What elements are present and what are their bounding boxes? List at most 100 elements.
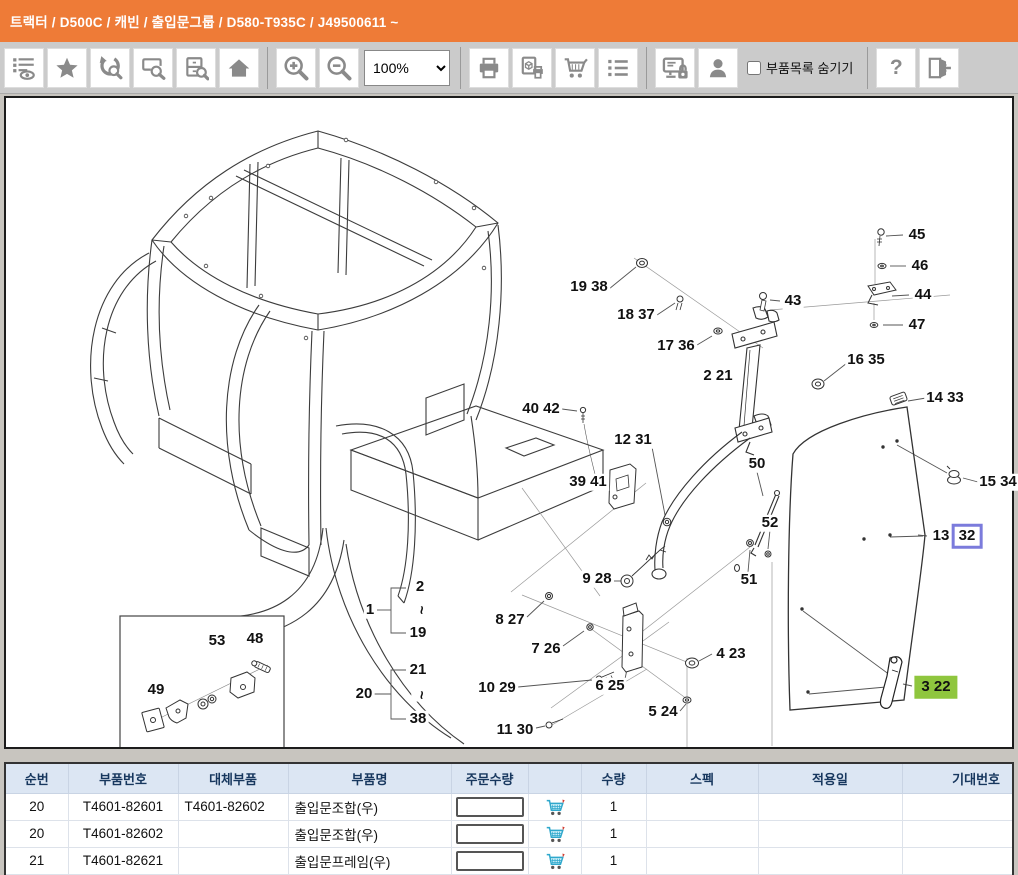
part-label[interactable]: 47 [907, 317, 928, 334]
parts-table-body: 20 T4601-82601 T4601-82602 출입문조합(우) 1 20… [6, 793, 1014, 874]
toolbar-separator [646, 47, 647, 89]
zoom-level-select[interactable]: 100% [364, 50, 450, 86]
exploded-view-panel: 454644474319 3818 3717 362 2116 3514 331… [4, 96, 1014, 749]
cell-part-number[interactable]: T4601-82602 [68, 820, 178, 847]
home-button[interactable] [219, 48, 259, 88]
table-row[interactable]: 20 T4601-82602 출입문조합(우) 1 [6, 820, 1014, 847]
part-label[interactable]: 43 [783, 293, 804, 310]
part-label[interactable]: 3 22 [914, 676, 957, 699]
zoom-in-button[interactable] [276, 48, 316, 88]
part-label[interactable]: 5 24 [646, 704, 679, 721]
part-label[interactable]: 12 31 [612, 432, 654, 449]
cart-button[interactable] [555, 48, 595, 88]
cart-icon [562, 55, 588, 81]
part-label[interactable]: 48 [245, 631, 266, 648]
list-icon [605, 55, 631, 81]
cell-add-to-cart [528, 793, 581, 820]
part-label[interactable]: ~ [412, 604, 429, 617]
part-label[interactable]: 46 [910, 258, 931, 275]
part-label[interactable]: 6 25 [593, 678, 626, 695]
part-search-button[interactable] [90, 48, 130, 88]
part-label[interactable]: 32 [952, 524, 983, 549]
part-label[interactable]: 53 [207, 633, 228, 650]
catalog-search-button[interactable] [176, 48, 216, 88]
order-qty-input[interactable] [456, 824, 524, 844]
hide-parts-list-checkbox[interactable] [747, 61, 761, 75]
table-row[interactable]: 21 T4601-82621 출입문프레임(우) 1 [6, 847, 1014, 874]
part-label[interactable]: 16 35 [845, 352, 887, 369]
part-label[interactable]: 11 30 [495, 722, 536, 739]
part-label[interactable]: 15 34 [977, 474, 1018, 491]
part-label[interactable]: 9 28 [580, 571, 613, 588]
toolbar-separator [267, 47, 268, 89]
add-to-cart-icon[interactable] [529, 796, 581, 818]
refresh-search-icon [97, 55, 123, 81]
parts-table-panel: 순번부품번호대체부품부품명주문수량수량스펙적용일기대번호 20 T4601-82… [4, 762, 1014, 875]
cell-add-to-cart [528, 820, 581, 847]
part-label[interactable]: 2 21 [701, 368, 734, 385]
breadcrumb-bar: 트랙터 / D500C / 캐빈 / 출입문그룹 / D580-T935C / … [0, 0, 1018, 42]
add-to-cart-icon[interactable] [529, 823, 581, 845]
part-label[interactable]: 2 [414, 579, 426, 596]
column-header: 스펙 [646, 764, 758, 793]
zoom-out-button[interactable] [319, 48, 359, 88]
cell-part-number[interactable]: T4601-82601 [68, 793, 178, 820]
breadcrumb[interactable]: 트랙터 / D500C / 캐빈 / 출입문그룹 / D580-T935C / … [10, 11, 398, 31]
cell-alt-part[interactable]: T4601-82602 [178, 793, 288, 820]
part-label[interactable]: 45 [907, 227, 928, 244]
part-label[interactable]: 44 [913, 287, 934, 304]
table-row[interactable]: 20 T4601-82601 T4601-82602 출입문조합(우) 1 [6, 793, 1014, 820]
part-label[interactable]: ~ [412, 689, 429, 702]
column-header: 부품명 [288, 764, 451, 793]
part-label[interactable]: 52 [760, 515, 781, 532]
part-label[interactable]: 17 36 [655, 338, 697, 355]
print-image-button[interactable] [512, 48, 552, 88]
part-label[interactable]: 20 [354, 686, 375, 703]
part-label[interactable]: 1 [364, 602, 376, 619]
part-label[interactable]: 39 41 [567, 474, 609, 491]
cell-order-qty [451, 793, 528, 820]
column-header: 부품번호 [68, 764, 178, 793]
add-to-cart-icon[interactable] [529, 850, 581, 872]
part-label[interactable]: 13 [931, 528, 952, 545]
cell-apply-date [758, 793, 902, 820]
part-label[interactable]: 38 [408, 711, 429, 728]
column-header: 순번 [6, 764, 68, 793]
cell-part-number[interactable]: T4601-82621 [68, 847, 178, 874]
part-labels-layer: 454644474319 3818 3717 362 2116 3514 331… [6, 98, 1012, 747]
part-label[interactable]: 18 37 [615, 307, 657, 324]
favorites-button[interactable] [47, 48, 87, 88]
parts-list-view-button[interactable] [4, 48, 44, 88]
part-label[interactable]: 8 27 [493, 612, 526, 629]
part-label[interactable]: 7 26 [529, 641, 562, 658]
part-label[interactable]: 10 29 [476, 680, 518, 697]
part-label[interactable]: 51 [739, 572, 760, 589]
user-button[interactable] [698, 48, 738, 88]
help-button[interactable]: ? [876, 48, 916, 88]
order-qty-input[interactable] [456, 851, 524, 871]
column-header: 적용일 [758, 764, 902, 793]
print-button[interactable] [469, 48, 509, 88]
cell-alt-part[interactable] [178, 847, 288, 874]
cell-part-name: 출입문프레임(우) [288, 847, 451, 874]
list-button[interactable] [598, 48, 638, 88]
part-label[interactable]: 21 [408, 662, 429, 679]
region-search-button[interactable] [133, 48, 173, 88]
column-header [528, 764, 581, 793]
cell-spec [646, 793, 758, 820]
part-label[interactable]: 14 33 [924, 390, 966, 407]
column-header: 주문수량 [451, 764, 528, 793]
part-label[interactable]: 4 23 [714, 646, 747, 663]
screen-lock-button[interactable] [655, 48, 695, 88]
cell-alt-part[interactable] [178, 820, 288, 847]
part-label[interactable]: 50 [747, 456, 768, 473]
toolbar: 100% 부품목록 숨기기 ? [0, 42, 1018, 94]
part-label[interactable]: 19 38 [568, 279, 610, 296]
part-label[interactable]: 40 42 [520, 401, 562, 418]
hide-parts-list-label: 부품목록 숨기기 [766, 58, 853, 77]
part-label[interactable]: 19 [408, 625, 429, 642]
part-label[interactable]: 49 [146, 682, 167, 699]
order-qty-input[interactable] [456, 797, 524, 817]
column-header: 기대번호 [902, 764, 1014, 793]
exit-button[interactable] [919, 48, 959, 88]
